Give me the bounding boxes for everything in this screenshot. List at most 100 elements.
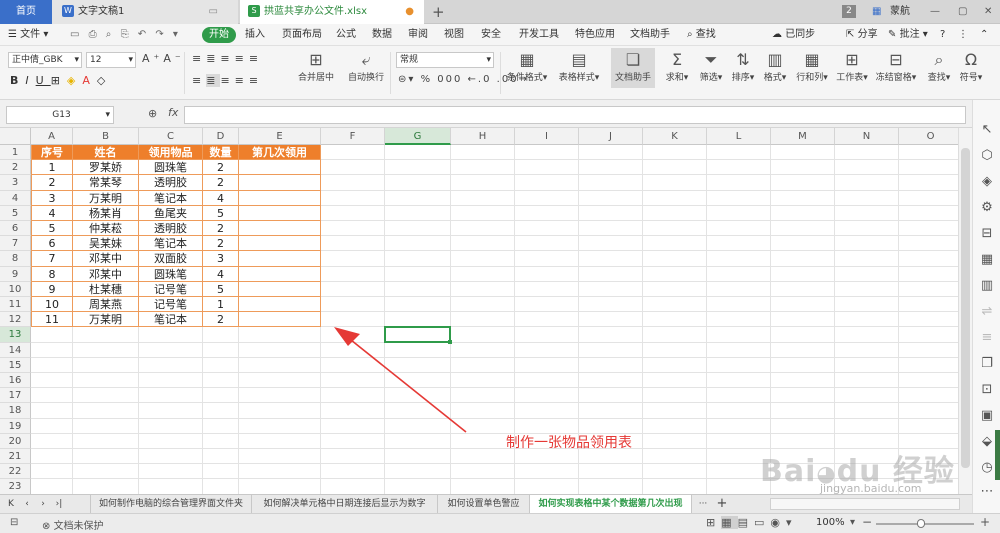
row-header-17[interactable]: 17	[0, 388, 31, 404]
font-style-buttons[interactable]: BIU⊞◈A◇	[10, 74, 112, 87]
grid-icon[interactable]: ▦	[979, 252, 995, 268]
table-cell[interactable]: 杨某肖	[73, 205, 139, 221]
table-cell[interactable]: 5	[203, 205, 239, 221]
fx-icon[interactable]: fx	[168, 106, 178, 119]
table-cell[interactable]: 万某明	[73, 312, 139, 328]
close-icon[interactable]: ✕	[984, 0, 992, 24]
column-header-M[interactable]: M	[771, 128, 835, 145]
table-cell[interactable]	[239, 297, 321, 313]
table-cell[interactable]: 4	[31, 205, 73, 221]
document-icon[interactable]: ⊡	[979, 382, 995, 398]
maximize-icon[interactable]: ▢	[958, 0, 967, 24]
table-cell[interactable]: 1	[203, 297, 239, 313]
more-sheets-icon[interactable]: ···	[696, 495, 710, 513]
sort-button[interactable]: ⇅ 排序▾	[730, 50, 756, 83]
row-header-22[interactable]: 22	[0, 464, 31, 480]
find-button[interactable]: ⌕ 查找▾	[926, 50, 952, 83]
add-sheet-button[interactable]: +	[712, 495, 732, 513]
new-tab-button[interactable]: +	[432, 0, 445, 24]
zoom-slider-track[interactable]	[876, 523, 974, 525]
table-cell[interactable]: 双面胶	[139, 251, 203, 267]
row-header-16[interactable]: 16	[0, 373, 31, 389]
column-header-D[interactable]: D	[203, 128, 239, 145]
row-header-3[interactable]: 3	[0, 175, 31, 191]
sheet-tab-2[interactable]: 如何解决单元格中日期连接后显示为数字	[252, 495, 438, 513]
column-header-G[interactable]: G	[385, 128, 451, 145]
tab-document[interactable]: W 文字文稿1 ▭	[52, 0, 238, 24]
column-header-N[interactable]: N	[835, 128, 899, 145]
zoom-formula-icon[interactable]: ⊕	[148, 107, 157, 120]
sheet-tab-3[interactable]: 如何设置单色警应	[438, 495, 530, 513]
row-header-8[interactable]: 8	[0, 251, 31, 267]
share-button[interactable]: ⇱ 分享	[846, 27, 878, 43]
column-header-L[interactable]: L	[707, 128, 771, 145]
table-cell[interactable]: 2	[203, 236, 239, 252]
row-header-6[interactable]: 6	[0, 221, 31, 237]
menu-doc-helper[interactable]: 文档助手	[630, 27, 670, 43]
table-cell[interactable]	[239, 251, 321, 267]
quick-access-icons[interactable]: ▭ ⎙ ⌕ ⎘ ↶ ↷ ▾	[70, 27, 181, 43]
select-all-corner[interactable]	[0, 128, 31, 145]
table-style-button[interactable]: ▤ 表格样式▾	[556, 50, 602, 83]
row-header-12[interactable]: 12	[0, 312, 31, 328]
row-header-18[interactable]: 18	[0, 403, 31, 419]
menu-start[interactable]: 开始	[202, 27, 236, 43]
font-family-select[interactable]: 正中倩_GBK ▾	[8, 52, 82, 68]
table-cell[interactable]: 笔记本	[139, 312, 203, 328]
styles-icon[interactable]: ◈	[979, 174, 995, 190]
row-header-11[interactable]: 11	[0, 297, 31, 313]
row-header-19[interactable]: 19	[0, 418, 31, 434]
align-top-buttons[interactable]: ≡≣≡≡≡	[192, 52, 263, 65]
table-cell[interactable]: 笔记本	[139, 236, 203, 252]
table-cell[interactable]: 2	[203, 221, 239, 237]
table-cell[interactable]	[239, 175, 321, 191]
sync-status[interactable]: ☁ 已同步	[772, 27, 815, 43]
menu-formula[interactable]: 公式	[336, 27, 356, 43]
table-cell[interactable]: 11	[31, 312, 73, 328]
table-cell[interactable]: 仲某菘	[73, 221, 139, 237]
tab-spreadsheet[interactable]: S 拱蓝共享办公文件.xlsx ●	[240, 0, 424, 25]
cursor-icon[interactable]: ↖	[979, 122, 995, 138]
table-cell[interactable]: 透明胶	[139, 175, 203, 191]
image-icon[interactable]: ▣	[979, 408, 995, 424]
menu-file[interactable]: ☰ 文件 ▾	[8, 27, 48, 43]
row-header-4[interactable]: 4	[0, 190, 31, 206]
copy-icon[interactable]: ❐	[979, 356, 995, 372]
table-cell[interactable]: 邓某中	[73, 251, 139, 267]
table-cell[interactable]	[239, 312, 321, 328]
table-cell[interactable]: 透明胶	[139, 221, 203, 237]
zoom-slider-thumb[interactable]	[917, 519, 925, 528]
column-header-C[interactable]: C	[139, 128, 203, 145]
table-cell[interactable]: 2	[203, 312, 239, 328]
comment-button[interactable]: ✎ 批注 ▾	[888, 27, 928, 43]
name-box[interactable]: G13 ▾	[6, 106, 114, 124]
table-cell[interactable]	[239, 221, 321, 237]
table-cell[interactable]: 4	[203, 266, 239, 282]
table-cell[interactable]	[239, 205, 321, 221]
monitor-icon[interactable]: ▭	[209, 0, 218, 24]
table-cell[interactable]: 5	[31, 221, 73, 237]
row-header-14[interactable]: 14	[0, 342, 31, 358]
table-header-cell[interactable]: 数量	[203, 145, 239, 161]
table-cell[interactable]: 10	[31, 297, 73, 313]
table-cell[interactable]	[239, 281, 321, 297]
properties-icon[interactable]: ⚙	[979, 200, 995, 216]
row-header-10[interactable]: 10	[0, 281, 31, 297]
table-cell[interactable]: 吴某妹	[73, 236, 139, 252]
conditional-format-button[interactable]: ▦ 条件格式▾	[504, 50, 550, 83]
number-format-select[interactable]: 常规 ▾	[396, 52, 494, 68]
table-cell[interactable]: 8	[31, 266, 73, 282]
row-header-2[interactable]: 2	[0, 160, 31, 176]
zoom-dropdown-icon[interactable]: ▾	[850, 517, 855, 528]
menu-insert[interactable]: 插入	[245, 27, 265, 43]
table-cell[interactable]: 邓某中	[73, 266, 139, 282]
column-header-A[interactable]: A	[31, 128, 73, 145]
menu-view[interactable]: 视图	[444, 27, 464, 43]
row-header-9[interactable]: 9	[0, 266, 31, 282]
backup-icon[interactable]: ⊟	[979, 226, 995, 242]
table-cell[interactable]: 5	[203, 281, 239, 297]
zoom-level[interactable]: 100%	[816, 517, 845, 528]
table-cell[interactable]: 2	[203, 175, 239, 191]
menu-features[interactable]: 特色应用	[575, 27, 615, 43]
zoom-out-icon[interactable]: −	[862, 515, 872, 529]
